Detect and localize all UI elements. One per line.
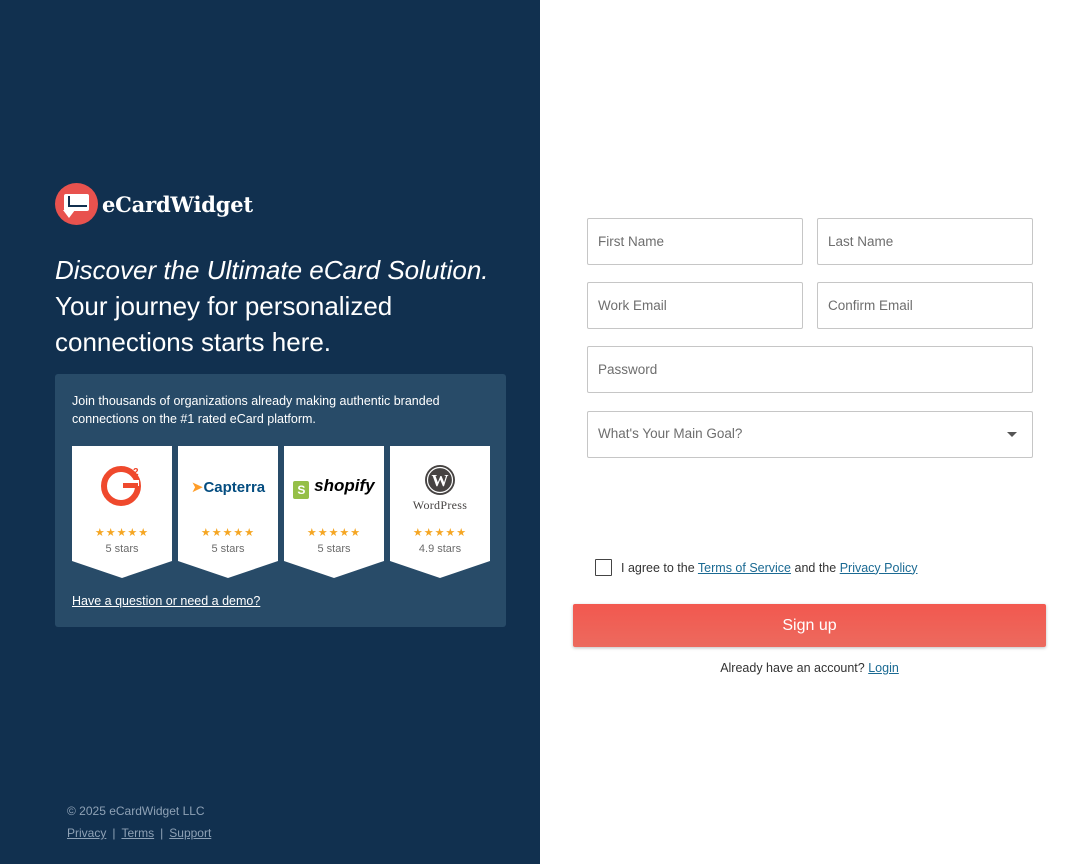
badge-g2: 2 ★★★★★ 5 stars: [72, 446, 172, 578]
work-email-field[interactable]: [587, 282, 803, 329]
footer-link-terms[interactable]: Terms: [121, 826, 154, 840]
last-name-input[interactable]: [818, 219, 1032, 264]
shopify-logo-icon: S shopify: [284, 476, 384, 499]
headline-tagline: Discover the Ultimate eCard Solution.: [55, 255, 489, 285]
footer-link-support[interactable]: Support: [169, 826, 211, 840]
have-account-text: Already have an account?: [720, 661, 865, 675]
wordpress-logo-icon: W: [390, 464, 490, 501]
headline: Discover the Ultimate eCard Solution. Yo…: [55, 252, 515, 360]
reviews-intro: Join thousands of organizations already …: [72, 394, 440, 426]
password-input[interactable]: [588, 347, 1032, 392]
review-badges: 2 ★★★★★ 5 stars ➤Capterra ★★★★★ 5 stars …: [72, 446, 490, 578]
left-panel: eCardWidget Discover the Ultimate eCard …: [0, 0, 540, 864]
badge-rating: 4.9 stars: [418, 543, 462, 555]
svg-text:2: 2: [133, 467, 139, 478]
headline-subtitle: Your journey for personalized connection…: [55, 291, 393, 357]
brand: eCardWidget: [55, 183, 253, 225]
footer-copyright: © 2025 eCardWidget LLC: [67, 804, 205, 818]
last-name-field[interactable]: [817, 218, 1033, 265]
badge-stars: ★★★★★: [306, 527, 362, 539]
confirm-email-field[interactable]: [817, 282, 1033, 329]
badge-rating: 5 stars: [317, 543, 351, 555]
badge-stars: ★★★★★: [412, 527, 468, 539]
sign-up-button[interactable]: Sign up: [573, 604, 1046, 647]
confirm-email-input[interactable]: [818, 283, 1032, 328]
ecard-logo-icon: [55, 183, 98, 225]
main-goal-placeholder: What's Your Main Goal?: [598, 426, 743, 441]
agree-middle: and the: [794, 560, 837, 575]
badge-shopify: S shopify ★★★★★ 5 stars: [284, 446, 384, 578]
have-account: Already have an account? Login: [573, 661, 1046, 675]
main-goal-select[interactable]: What's Your Main Goal?: [587, 411, 1033, 458]
footer-separator: |: [160, 826, 164, 840]
login-link[interactable]: Login: [868, 661, 899, 675]
capterra-logo-text: Capterra: [203, 479, 266, 496]
badge-rating: 5 stars: [211, 543, 245, 555]
footer-link-privacy[interactable]: Privacy: [67, 826, 106, 840]
first-name-field[interactable]: [587, 218, 803, 265]
wordpress-logo-text: WordPress: [412, 498, 468, 512]
reviews-card: Join thousands of organizations already …: [55, 374, 506, 627]
shopify-logo-text: shopify: [314, 476, 375, 495]
privacy-policy-link[interactable]: Privacy Policy: [840, 561, 918, 575]
badge-stars: ★★★★★: [200, 527, 256, 539]
badge-capterra: ➤Capterra ★★★★★ 5 stars: [178, 446, 278, 578]
password-field[interactable]: [587, 346, 1033, 393]
capterra-logo-icon: ➤Capterra: [190, 479, 266, 496]
agree-checkbox[interactable]: [595, 559, 612, 576]
svg-text:W: W: [432, 471, 449, 490]
first-name-input[interactable]: [588, 219, 802, 264]
brand-name: eCardWidget: [102, 191, 253, 217]
badge-rating: 5 stars: [105, 543, 139, 555]
chevron-down-icon: [1007, 432, 1017, 437]
footer-links: Privacy | Terms | Support: [67, 826, 211, 840]
agree-text: I agree to the Terms of Service and the …: [621, 561, 918, 575]
work-email-input[interactable]: [588, 283, 802, 328]
terms-of-service-link[interactable]: Terms of Service: [698, 561, 791, 575]
terms-agreement: I agree to the Terms of Service and the …: [595, 559, 918, 576]
badge-wordpress: W WordPress ★★★★★ 4.9 stars: [390, 446, 490, 578]
footer-separator: |: [112, 826, 116, 840]
agree-prefix: I agree to the: [621, 560, 695, 575]
badge-stars: ★★★★★: [94, 527, 150, 539]
demo-link[interactable]: Have a question or need a demo?: [72, 594, 260, 608]
g2-logo-icon: 2: [72, 462, 172, 513]
